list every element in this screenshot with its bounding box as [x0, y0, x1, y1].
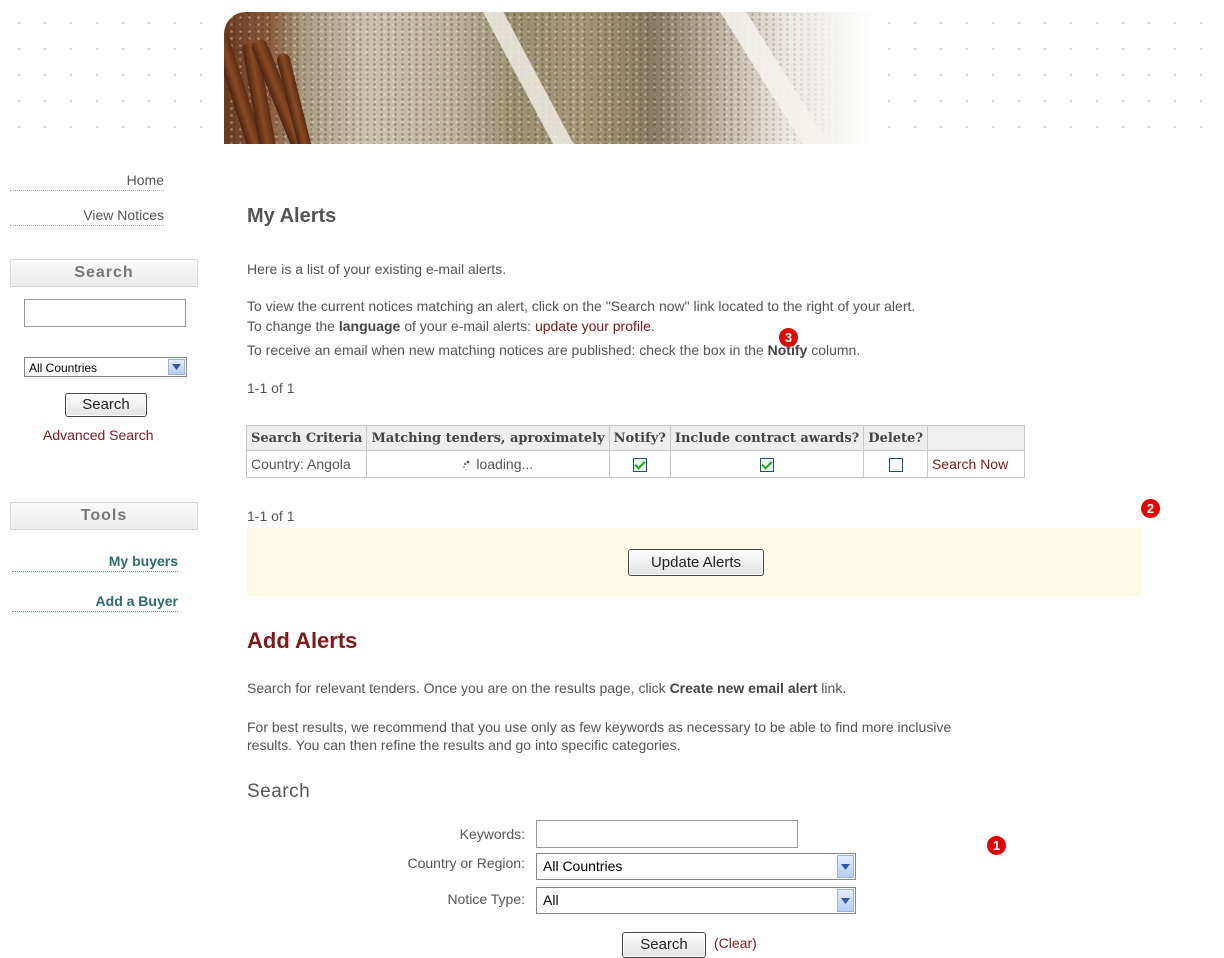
add-alerts-text-2a: For best results, we recommend that you … — [247, 719, 952, 735]
col-search-criteria: Search Criteria — [245, 425, 368, 451]
add-alerts-text-2b: results. You can then refine the results… — [247, 737, 681, 753]
loading-text: loading... — [476, 456, 534, 472]
instruction-line-2: To change the language of your e-mail al… — [247, 318, 655, 334]
marker-badge-3: 3 — [779, 328, 798, 347]
notice-type-select[interactable]: All — [536, 887, 856, 914]
notify-checkbox[interactable] — [632, 458, 647, 473]
table-header-row: Search Criteria Matching tenders, aproxi… — [245, 425, 1025, 451]
dot-pattern-left — [0, 0, 225, 150]
instruction-line-1: To view the current notices matching an … — [247, 298, 916, 314]
keywords-label: Keywords: — [459, 826, 525, 842]
sidebar-tools-title: Tools — [10, 502, 198, 530]
cell-action: Search Now — [926, 450, 1025, 478]
update-profile-link[interactable]: update your profile — [535, 318, 651, 334]
cell-include-awards — [669, 450, 865, 478]
header — [0, 0, 1224, 150]
sidebar-search-input[interactable] — [24, 299, 186, 327]
add-buyer-link[interactable]: Add a Buyer — [12, 593, 178, 612]
advanced-search-link[interactable]: Advanced Search — [43, 427, 154, 443]
nav-home[interactable]: Home — [10, 172, 164, 191]
loading-spinner-icon — [462, 459, 472, 472]
search-now-link[interactable]: Search Now — [932, 456, 1008, 472]
marker-badge-2: 2 — [1141, 499, 1160, 518]
search-section-title: Search — [247, 781, 311, 802]
chevron-down-icon[interactable] — [837, 889, 854, 912]
delete-checkbox[interactable] — [888, 458, 903, 473]
col-delete: Delete? — [863, 425, 928, 451]
alerts-table: Search Criteria Matching tenders, aproxi… — [245, 425, 1025, 478]
instruction-line-3: To receive an email when new matching no… — [247, 342, 861, 358]
dot-pattern-right — [870, 0, 1224, 150]
notice-type-label: Notice Type: — [447, 891, 525, 907]
sidebar-country-value: All Countries — [29, 361, 98, 375]
chevron-down-icon[interactable] — [168, 359, 185, 375]
chevron-down-icon[interactable] — [837, 855, 854, 878]
col-notify: Notify? — [608, 425, 671, 451]
cell-criteria: Country: Angola — [245, 450, 368, 478]
keywords-input[interactable] — [536, 820, 798, 848]
col-action — [926, 425, 1025, 451]
cell-notify — [608, 450, 671, 478]
notice-type-value: All — [543, 892, 559, 908]
country-select-value: All Countries — [543, 858, 623, 874]
sidebar-search-title: Search — [10, 259, 198, 287]
page-title: My Alerts — [247, 205, 337, 227]
add-alerts-text-1: Search for relevant tenders. Once you ar… — [247, 680, 847, 696]
header-banner-image — [224, 12, 874, 144]
result-count-bottom: 1-1 of 1 — [247, 508, 295, 524]
col-matching-tenders: Matching tenders, aproximately — [366, 425, 610, 451]
intro-text: Here is a list of your existing e-mail a… — [247, 261, 507, 277]
include-awards-checkbox[interactable] — [760, 458, 775, 473]
col-include-awards: Include contract awards? — [669, 425, 865, 451]
sidebar-search-button[interactable]: Search — [65, 393, 147, 417]
table-row: Country: Angola loading... Search Now — [245, 450, 1025, 478]
my-buyers-link[interactable]: My buyers — [12, 553, 178, 572]
search-submit-button[interactable]: Search — [622, 932, 706, 958]
country-select[interactable]: All Countries — [536, 853, 856, 880]
clear-link[interactable]: (Clear) — [714, 935, 757, 951]
update-alerts-button[interactable]: Update Alerts — [628, 549, 764, 576]
marker-badge-1: 1 — [987, 836, 1006, 855]
country-label: Country or Region: — [407, 855, 525, 871]
sidebar-country-select[interactable]: All Countries — [24, 357, 187, 377]
cell-delete — [863, 450, 928, 478]
add-alerts-title: Add Alerts — [247, 628, 358, 653]
result-count-top: 1-1 of 1 — [247, 380, 295, 396]
nav-view-notices[interactable]: View Notices — [10, 207, 164, 226]
cell-matching: loading... — [366, 450, 610, 478]
